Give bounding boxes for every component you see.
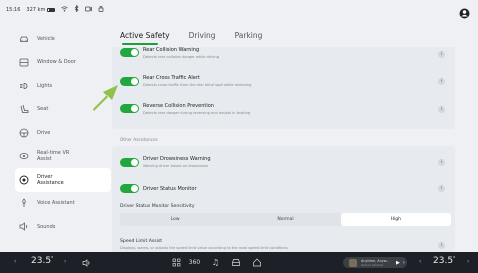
sensitivity-option-high[interactable]: High <box>340 213 451 226</box>
next-icon[interactable]: › <box>403 260 405 266</box>
right-temp-value: 23.5 <box>433 256 454 266</box>
car-icon <box>19 34 29 44</box>
media-song: Anytime, Anyw... Gracie Abrams <box>361 259 393 267</box>
bluetooth-icon <box>74 4 79 14</box>
360-view-icon[interactable]: 360 <box>189 257 200 268</box>
media-player[interactable]: Anytime, Anyw... Gracie Abrams ▶ › <box>343 257 407 268</box>
sidebar-item-window-door[interactable]: Window & Door <box>15 51 111 75</box>
sidebar-item-label: Seat <box>37 106 49 113</box>
speed-limit-desc: Displays, warns, or adjusts the speed li… <box>120 246 288 250</box>
sidebar-item-label: Driver Assistance <box>37 173 64 186</box>
left-temperature[interactable]: 23.5° <box>31 256 54 266</box>
other-assistances-label: Other Assistances <box>120 137 158 142</box>
tab-bar: Active Safety Driving Parking <box>120 31 281 40</box>
sidebar-item-drive[interactable]: Drive <box>15 121 111 145</box>
sidebar-item-label: Vehicle <box>37 35 55 42</box>
sidebar-item-label: Lights <box>37 82 53 89</box>
status-bar: 15:16 327 km <box>0 0 478 19</box>
song-artist: Gracie Abrams <box>361 262 384 267</box>
tab-parking[interactable]: Parking <box>235 31 263 40</box>
settings-sidebar: Vehicle Window & Door Lights Seat Drive … <box>15 27 111 239</box>
status-monitor-title: Driver Status Monitor <box>143 186 197 192</box>
music-icon[interactable]: ♫ <box>210 257 221 268</box>
lights-icon <box>19 81 29 91</box>
battery-icon <box>47 7 56 12</box>
clock: 15:16 <box>6 6 21 13</box>
active-tab-indicator <box>122 43 158 45</box>
sidebar-item-real-time-vr-assist[interactable]: Real-time VR Assist <box>15 145 111 169</box>
steering-wheel-icon <box>19 128 29 138</box>
info-icon[interactable]: i <box>438 242 445 249</box>
sidebar-item-label: Drive <box>37 129 51 136</box>
info-icon[interactable]: i <box>438 159 445 166</box>
lock-icon <box>98 5 104 14</box>
dashcam-icon <box>85 6 93 14</box>
active-safety-card <box>112 47 455 129</box>
sidebar-item-driver-assistance[interactable]: Driver Assistance <box>15 168 111 192</box>
status-monitor-toggle[interactable] <box>120 184 139 193</box>
info-icon[interactable]: i <box>438 78 445 85</box>
sensitivity-option-low[interactable]: Low <box>120 213 230 226</box>
vr-icon <box>19 151 29 161</box>
car-front-icon[interactable] <box>230 257 241 268</box>
sensitivity-option-normal[interactable]: Normal <box>230 213 340 226</box>
info-icon[interactable]: i <box>438 185 445 192</box>
user-profile-icon[interactable] <box>459 4 470 19</box>
drowsiness-title: Driver Drowsiness Warning <box>143 156 211 162</box>
settings-content: Rear Collision Warning Detects rear coll… <box>112 47 455 252</box>
reverse-collision-toggle[interactable] <box>120 104 139 113</box>
wifi-icon <box>61 5 69 14</box>
sidebar-item-label: Sounds <box>37 223 56 230</box>
tab-active-safety[interactable]: Active Safety <box>120 31 170 40</box>
sidebar-item-voice-assistant[interactable]: Voice Assistant <box>15 192 111 216</box>
chevron-left-icon[interactable]: ‹ <box>419 258 421 265</box>
drowsiness-desc: Warning driver based on drowsiness <box>143 164 209 168</box>
left-temp-value: 23.5 <box>31 256 52 266</box>
speaker-icon <box>19 222 29 232</box>
range-text: 327 km <box>26 6 46 13</box>
grid-apps-icon[interactable] <box>171 257 182 268</box>
pointer-arrow <box>93 85 118 111</box>
speed-limit-title: Speed Limit Assist <box>120 239 163 244</box>
range-readout: 327 km <box>26 6 56 13</box>
album-art <box>349 258 357 267</box>
seat-icon <box>19 104 29 114</box>
drowsiness-toggle[interactable] <box>120 158 139 167</box>
sidebar-item-label: Real-time VR Assist <box>37 150 70 163</box>
rear-collision-toggle[interactable] <box>120 48 139 57</box>
rear-collision-title: Rear Collision Warning <box>143 47 200 53</box>
window-icon <box>19 57 29 67</box>
rear-cross-traffic-desc: Detects cross traffic from the rear blin… <box>143 83 252 87</box>
voice-icon <box>19 198 29 208</box>
degree-symbol: ° <box>51 256 54 262</box>
tab-driving[interactable]: Driving <box>189 31 216 40</box>
sidebar-item-sounds[interactable]: Sounds <box>15 215 111 239</box>
sensitivity-title: Driver Status Monitor Sensitivity <box>120 204 195 209</box>
volume-icon[interactable] <box>81 257 92 268</box>
sidebar-item-label: Window & Door <box>37 59 76 66</box>
chevron-left-icon[interactable]: ‹ <box>14 258 16 265</box>
rear-cross-traffic-toggle[interactable] <box>120 77 139 86</box>
rear-cross-traffic-title: Rear Cross Traffic Alert <box>143 75 200 81</box>
reverse-collision-desc: Detects rear danger during reversing and… <box>143 111 251 115</box>
chevron-right-icon[interactable]: › <box>467 258 469 265</box>
rear-collision-desc: Detects rear collision danger while driv… <box>143 55 219 59</box>
home-icon[interactable] <box>251 257 262 268</box>
sidebar-item-vehicle[interactable]: Vehicle <box>15 27 111 51</box>
bottom-dock: ‹ 23.5° › 360 ♫ Anytime, Anyw... Gracie … <box>0 252 478 273</box>
degree-symbol: ° <box>453 256 456 262</box>
reverse-collision-title: Reverse Collision Prevention <box>143 103 214 109</box>
info-icon[interactable]: i <box>438 51 445 58</box>
driver-assist-icon <box>19 175 29 185</box>
sidebar-item-label: Voice Assistant <box>37 200 75 207</box>
play-icon[interactable]: ▶ <box>396 260 400 266</box>
right-temperature[interactable]: 23.5° <box>433 256 456 266</box>
info-icon[interactable]: i <box>438 106 445 113</box>
sensitivity-segmented-control: Low Normal High <box>120 213 451 226</box>
chevron-right-icon[interactable]: › <box>64 258 66 265</box>
